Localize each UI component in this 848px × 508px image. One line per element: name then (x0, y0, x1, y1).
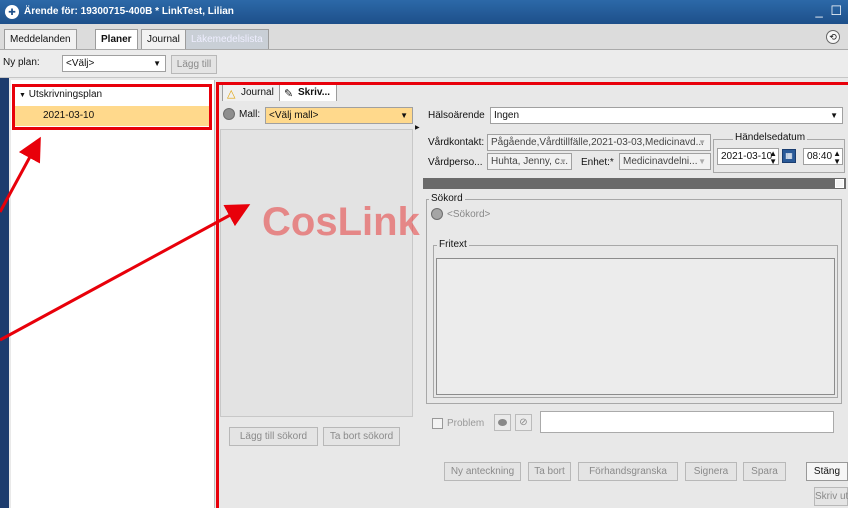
annotation-arrow-main (0, 204, 251, 342)
annotation-arrow-tree (0, 136, 41, 213)
annotation-arrows (0, 136, 251, 342)
